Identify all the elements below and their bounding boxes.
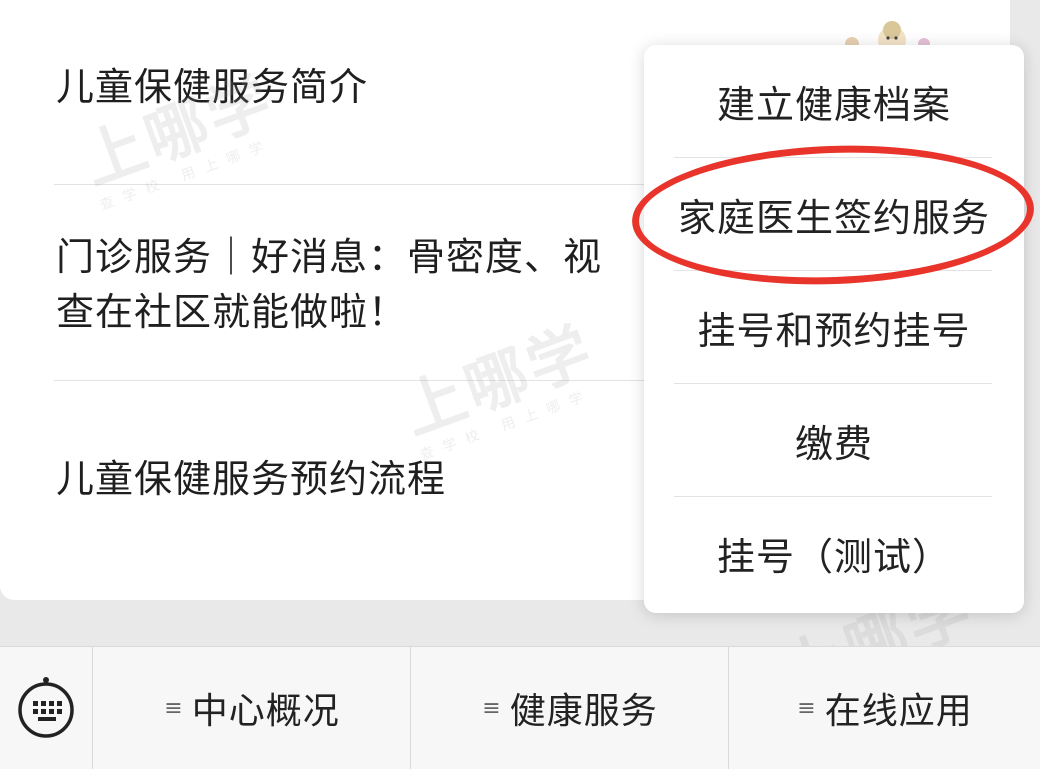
menu-item-health-record[interactable]: 建立健康档案: [644, 45, 1024, 157]
menu-lines-icon: ≡: [482, 695, 502, 721]
keyboard-icon: [18, 677, 74, 738]
menu-item-registration-test[interactable]: 挂号（测试）: [644, 497, 1024, 609]
article-title: 儿童保健服务简介: [56, 65, 369, 109]
tab-health-services[interactable]: ≡ 健康服务: [410, 647, 729, 769]
service-popup-menu: 建立健康档案 家庭医生签约服务 挂号和预约挂号 缴费 挂号（测试）: [644, 45, 1024, 613]
menu-item-registration[interactable]: 挂号和预约挂号: [644, 271, 1024, 383]
menu-item-payment[interactable]: 缴费: [644, 384, 1024, 496]
bottom-menu-bar: ≡ 中心概况 ≡ 健康服务 ≡ 在线应用: [0, 646, 1040, 769]
tab-center-overview[interactable]: ≡ 中心概况: [92, 647, 411, 769]
menu-lines-icon: ≡: [797, 695, 817, 721]
menu-lines-icon: ≡: [164, 695, 184, 721]
tab-online-apps[interactable]: ≡ 在线应用: [728, 647, 1040, 769]
article-title: 儿童保健服务预约流程: [56, 457, 447, 501]
keyboard-toggle-button[interactable]: [0, 647, 92, 769]
